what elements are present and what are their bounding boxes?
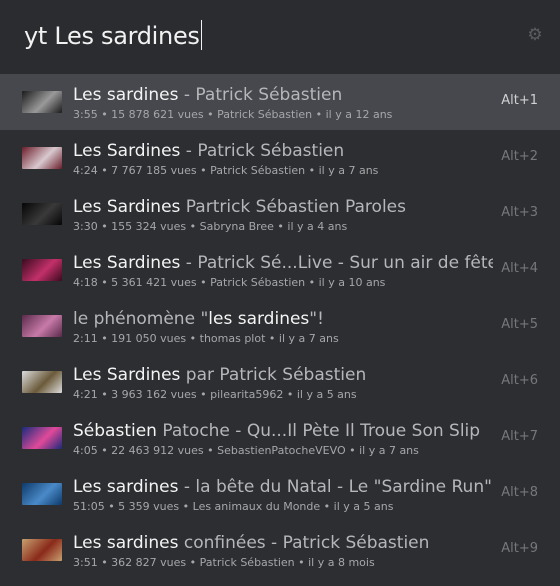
keyboard-shortcut: Alt+1 (501, 93, 538, 108)
result-row[interactable]: Les Sardines par Patrick Sébastien 4:21 •… (0, 354, 560, 410)
title-match-text: Les Sardines (73, 253, 181, 273)
title-secondary-text: - la bête du Natal - Le "Sardine Run" (178, 477, 492, 497)
result-title: Les sardines confinées - Patrick Sébasti… (73, 533, 493, 553)
result-row[interactable]: Les Sardines - Patrick Sébastien 4:24 • 7… (0, 130, 560, 186)
result-title: Sébastien Patoche - Qu...Il Pète Il Trou… (73, 421, 493, 441)
result-meta: 2:11 • 191 050 vues • thomas plot • il y… (73, 332, 339, 345)
gear-icon[interactable]: ⚙ (526, 26, 544, 44)
video-thumbnail (22, 427, 62, 449)
title-secondary-text: - Patrick Sébastien (178, 85, 343, 105)
result-title: le phénomène "les sardines"! (73, 309, 493, 329)
keyboard-shortcut: Alt+4 (501, 261, 538, 276)
title-match-text: Les sardines (73, 477, 179, 497)
title-secondary-text: Patoche - Qu...Il Pète Il Troue Son Slip (156, 421, 481, 441)
result-row[interactable]: Les sardines confinées - Patrick Sébasti… (0, 522, 560, 578)
result-title: Les sardines - la bête du Natal - Le "Sa… (73, 477, 493, 497)
result-row[interactable]: Sébastien Patoche - Qu...Il Pète Il Trou… (0, 410, 560, 466)
keyboard-shortcut: Alt+9 (501, 541, 538, 556)
result-meta: 4:21 • 3 963 162 vues • pilearita5962 • … (73, 388, 357, 401)
search-input[interactable]: yt Les sardines (24, 20, 202, 50)
keyboard-shortcut: Alt+5 (501, 317, 538, 332)
video-thumbnail (22, 371, 62, 393)
video-thumbnail (22, 315, 62, 337)
video-thumbnail (22, 483, 62, 505)
result-row[interactable]: Les sardines - Patrick Sébastien 3:55 • 1… (0, 74, 560, 130)
title-match-text: Les sardines (73, 85, 179, 105)
text-caret (200, 20, 202, 50)
result-row[interactable]: le phénomène "les sardines"! 2:11 • 191 0… (0, 298, 560, 354)
result-meta: 3:55 • 15 878 621 vues • Patrick Sébasti… (73, 108, 393, 121)
title-secondary-text: "! (309, 309, 324, 329)
result-row[interactable]: Les sardines - la bête du Natal - Le "Sa… (0, 466, 560, 522)
keyboard-shortcut: Alt+3 (501, 205, 538, 220)
title-match-text: Les sardines (73, 533, 179, 553)
result-meta: 3:51 • 362 827 vues • Patrick Sébastien … (73, 556, 375, 569)
title-match-text: Sébastien (73, 421, 157, 441)
result-meta: 3:30 • 155 324 vues • Sabryna Bree • il … (73, 220, 348, 233)
result-meta: 4:24 • 7 767 185 vues • Patrick Sébastie… (73, 164, 379, 177)
result-title: Les Sardines - Patrick Sébastien (73, 141, 493, 161)
title-match-text: Les Sardines (73, 197, 181, 217)
title-secondary-text: Partrick Sébastien Paroles (180, 197, 406, 217)
result-title: Les Sardines par Patrick Sébastien (73, 365, 493, 385)
keyboard-shortcut: Alt+2 (501, 149, 538, 164)
title-secondary-text: le phénomène " (73, 309, 209, 329)
video-thumbnail (22, 539, 62, 561)
video-thumbnail (22, 147, 62, 169)
title-secondary-text: - Patrick Sébastien (180, 141, 345, 161)
title-secondary-text: confinées - Patrick Sébastien (178, 533, 430, 553)
keyboard-shortcut: Alt+6 (501, 373, 538, 388)
result-title: Les Sardines - Patrick Sé...Live - Sur u… (73, 253, 493, 273)
result-row[interactable]: Les Sardines - Patrick Sé...Live - Sur u… (0, 242, 560, 298)
result-title: Les sardines - Patrick Sébastien (73, 85, 493, 105)
title-secondary-text: par Patrick Sébastien (180, 365, 367, 385)
title-match-text: Les Sardines (73, 141, 181, 161)
search-query: yt Les sardines (24, 22, 200, 50)
result-meta: 4:18 • 5 361 421 vues • Patrick Sébastie… (73, 276, 386, 289)
result-row[interactable]: Les Sardines Partrick Sébastien Paroles 3… (0, 186, 560, 242)
search-bar[interactable]: yt Les sardines ⚙ (0, 0, 560, 74)
keyboard-shortcut: Alt+7 (501, 429, 538, 444)
title-match-text: Les Sardines (73, 365, 181, 385)
title-secondary-text: - Patrick Sé...Live - Sur un air de fête (180, 253, 493, 273)
result-meta: 51:05 • 5 359 vues • Les animaux du Mond… (73, 500, 394, 513)
result-title: Les Sardines Partrick Sébastien Paroles (73, 197, 493, 217)
video-thumbnail (22, 259, 62, 281)
result-meta: 4:05 • 22 463 912 vues • SebastienPatoch… (73, 444, 419, 457)
video-thumbnail (22, 203, 62, 225)
video-thumbnail (22, 91, 62, 113)
keyboard-shortcut: Alt+8 (501, 485, 538, 500)
results-list: Les sardines - Patrick Sébastien 3:55 • 1… (0, 74, 560, 586)
title-match-text: les sardines (208, 309, 310, 329)
